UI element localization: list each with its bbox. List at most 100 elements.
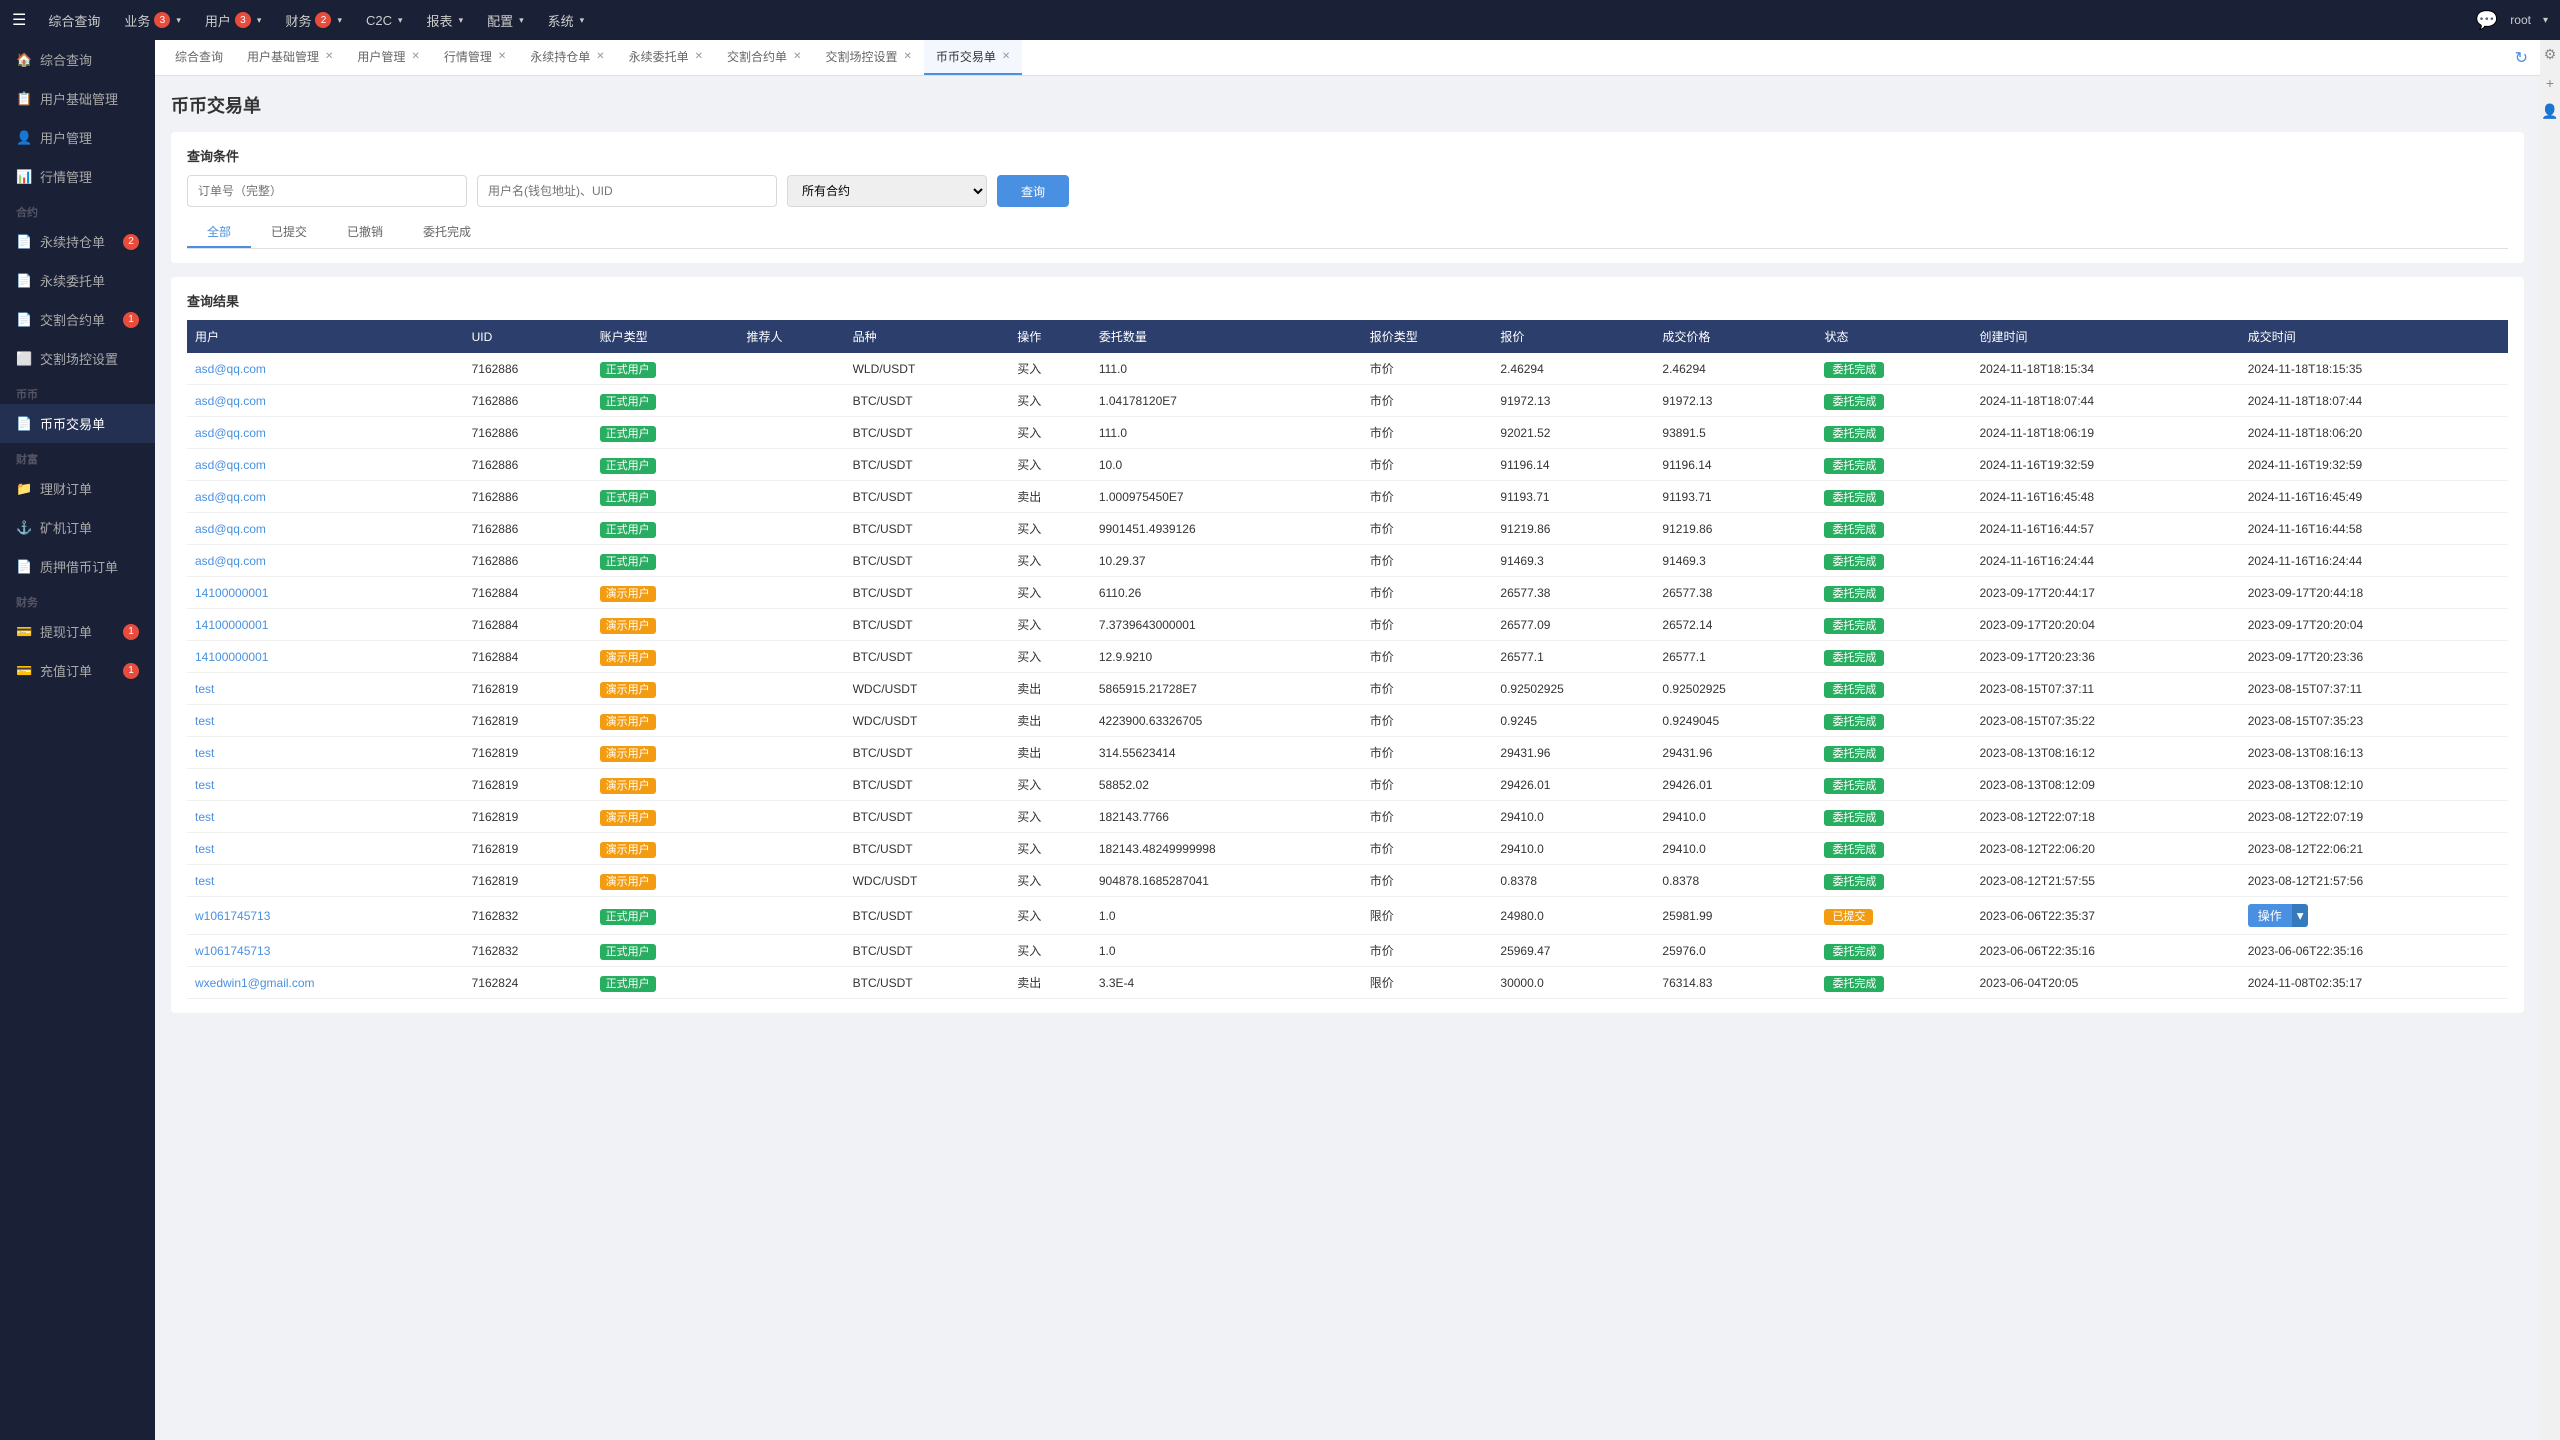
sidebar-item-充值订单[interactable]: 💳 充值订单 1 <box>0 651 155 690</box>
col-uid: UID <box>464 320 592 353</box>
cell-price-type: 市价 <box>1362 385 1493 417</box>
tab-行情管理[interactable]: 行情管理 ✕ <box>432 40 518 75</box>
tab-用户管理[interactable]: 用户管理 ✕ <box>345 40 431 75</box>
cell-status: 委托完成 <box>1816 513 1971 545</box>
user-link[interactable]: asd@qq.com <box>195 458 266 472</box>
tab-close-交割合约单[interactable]: ✕ <box>793 51 801 62</box>
cell-deal-time: 2024-11-16T16:45:49 <box>2240 481 2508 513</box>
user-link[interactable]: 14100000001 <box>195 618 268 632</box>
tab-交割场控设置[interactable]: 交割场控设置 ✕ <box>813 40 923 75</box>
sidebar-item-提现订单[interactable]: 💳 提现订单 1 <box>0 612 155 651</box>
tab-close-永续委托单[interactable]: ✕ <box>695 51 703 62</box>
filter-tab-已撤销[interactable]: 已撤销 <box>327 217 403 248</box>
user-link[interactable]: w1061745713 <box>195 944 270 958</box>
sidebar-item-交割场控设置[interactable]: ⬜ 交割场控设置 <box>0 339 155 378</box>
nav-item-报表[interactable]: 报表 ▾ <box>417 7 474 34</box>
tab-close-行情管理[interactable]: ✕ <box>498 51 506 62</box>
col-quantity: 委托数量 <box>1091 320 1362 353</box>
status-badge: 已提交 <box>1824 909 1873 925</box>
user-input[interactable] <box>477 175 777 207</box>
sidebar-item-永续持仓单[interactable]: 📄 永续持仓单 2 <box>0 222 155 261</box>
cell-user: 14100000001 <box>187 577 464 609</box>
user-link[interactable]: test <box>195 874 214 888</box>
nav-arrow-用户: ▾ <box>257 15 262 26</box>
account-type-badge: 演示用户 <box>600 778 656 794</box>
tab-永续委托单[interactable]: 永续委托单 ✕ <box>617 40 715 75</box>
right-bar-plus-icon[interactable]: + <box>2544 69 2556 97</box>
cell-deal-price: 91972.13 <box>1654 385 1816 417</box>
user-link[interactable]: test <box>195 842 214 856</box>
tab-币币交易单[interactable]: 币币交易单 ✕ <box>924 40 1022 75</box>
user-link[interactable]: asd@qq.com <box>195 522 266 536</box>
user-label[interactable]: root <box>2510 13 2531 27</box>
cell-user: asd@qq.com <box>187 481 464 513</box>
user-link[interactable]: asd@qq.com <box>195 394 266 408</box>
tab-close-永续持仓单[interactable]: ✕ <box>596 51 604 62</box>
contract-select[interactable]: 所有合约 <box>787 175 987 207</box>
user-link[interactable]: test <box>195 714 214 728</box>
nav-item-财务[interactable]: 财务 2 ▾ <box>275 7 352 34</box>
user-link[interactable]: test <box>195 778 214 792</box>
search-button[interactable]: 查询 <box>997 175 1069 207</box>
sidebar-item-质押借币订单[interactable]: 📄 质押借币订单 <box>0 547 155 586</box>
tab-交割合约单[interactable]: 交割合约单 ✕ <box>715 40 813 75</box>
filter-tab-委托完成[interactable]: 委托完成 <box>403 217 491 248</box>
user-link[interactable]: asd@qq.com <box>195 426 266 440</box>
user-link[interactable]: 14100000001 <box>195 586 268 600</box>
tab-close-币币交易单[interactable]: ✕ <box>1002 51 1010 62</box>
nav-item-综合查询[interactable]: 综合查询 <box>38 7 110 34</box>
sidebar-item-理财订单[interactable]: 📁 理财订单 <box>0 469 155 508</box>
user-link[interactable]: w1061745713 <box>195 909 270 923</box>
order-no-input[interactable] <box>187 175 467 207</box>
sidebar-item-矿机订单[interactable]: ⚓ 矿机订单 <box>0 508 155 547</box>
sidebar-item-用户管理[interactable]: 👤 用户管理 <box>0 118 155 157</box>
nav-item-用户[interactable]: 用户 3 ▾ <box>195 7 272 34</box>
cell-account-type: 演示用户 <box>592 769 739 801</box>
right-bar-settings-icon[interactable]: ⚙ <box>2542 40 2559 69</box>
nav-item-系统[interactable]: 系统 ▾ <box>538 7 595 34</box>
tab-永续持仓单[interactable]: 永续持仓单 ✕ <box>518 40 616 75</box>
operation-arrow-button[interactable]: ▾ <box>2292 904 2309 927</box>
sidebar-item-币币交易单[interactable]: 📄 币币交易单 <box>0 404 155 443</box>
account-type-badge: 演示用户 <box>600 586 656 602</box>
sidebar-item-行情管理[interactable]: 📊 行情管理 <box>0 157 155 196</box>
nav-item-C2C[interactable]: C2C ▾ <box>356 9 413 32</box>
user-link[interactable]: test <box>195 682 214 696</box>
filter-tab-已提交[interactable]: 已提交 <box>251 217 327 248</box>
tab-用户基础管理[interactable]: 用户基础管理 ✕ <box>235 40 345 75</box>
user-link[interactable]: asd@qq.com <box>195 554 266 568</box>
user-link[interactable]: asd@qq.com <box>195 490 266 504</box>
menu-icon[interactable]: ☰ <box>12 10 26 30</box>
doc-icon: 📋 <box>16 91 32 107</box>
cell-deal-price: 2.46294 <box>1654 353 1816 385</box>
user-link[interactable]: asd@qq.com <box>195 362 266 376</box>
folder-icon: 📁 <box>16 481 32 497</box>
sidebar-item-交割合约单[interactable]: 📄 交割合约单 1 <box>0 300 155 339</box>
cell-quantity: 10.29.37 <box>1091 545 1362 577</box>
tab-综合查询[interactable]: 综合查询 <box>163 40 235 75</box>
nav-item-业务[interactable]: 业务 3 ▾ <box>114 7 191 34</box>
user-link[interactable]: wxedwin1@gmail.com <box>195 976 315 990</box>
filter-tab-全部[interactable]: 全部 <box>187 217 251 248</box>
chat-icon[interactable]: 💬 <box>2476 10 2498 31</box>
cell-uid: 7162819 <box>464 673 592 705</box>
sidebar-item-用户基础管理[interactable]: 📋 用户基础管理 <box>0 79 155 118</box>
user-link[interactable]: test <box>195 810 214 824</box>
cell-product: BTC/USDT <box>845 385 1010 417</box>
operation-button[interactable]: 操作 <box>2248 904 2292 927</box>
sidebar-item-永续委托单[interactable]: 📄 永续委托单 <box>0 261 155 300</box>
cell-uid: 7162824 <box>464 967 592 999</box>
tab-close-交割场控设置[interactable]: ✕ <box>903 51 911 62</box>
tab-close-用户管理[interactable]: ✕ <box>411 51 419 62</box>
cell-product: BTC/USDT <box>845 769 1010 801</box>
user-link[interactable]: 14100000001 <box>195 650 268 664</box>
refresh-icon[interactable]: ↻ <box>2511 44 2532 72</box>
right-bar-person-icon[interactable]: 👤 <box>2539 97 2560 126</box>
user-link[interactable]: test <box>195 746 214 760</box>
cell-create-time: 2024-11-18T18:06:19 <box>1972 417 2240 449</box>
cell-user: test <box>187 801 464 833</box>
sidebar-item-综合查询[interactable]: 🏠 综合查询 <box>0 40 155 79</box>
nav-item-配置[interactable]: 配置 ▾ <box>477 7 534 34</box>
tab-close-用户基础管理[interactable]: ✕ <box>325 51 333 62</box>
cell-product: BTC/USDT <box>845 609 1010 641</box>
